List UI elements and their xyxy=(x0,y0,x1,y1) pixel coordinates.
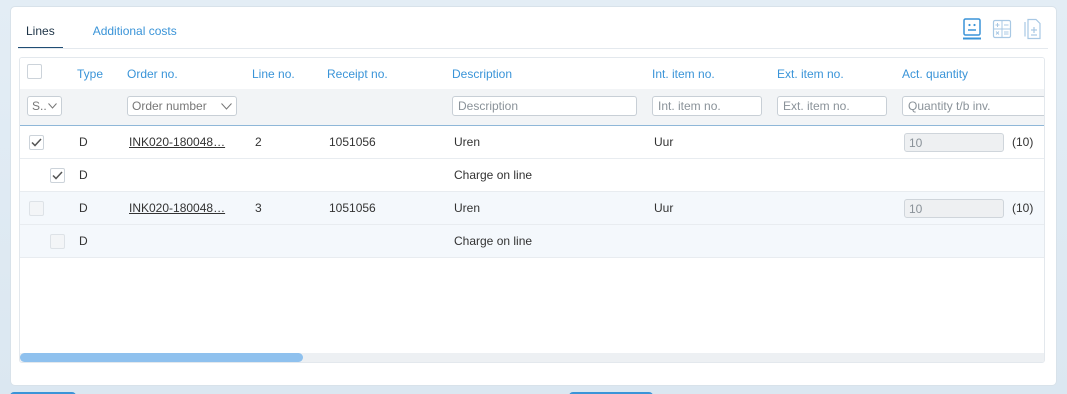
int-item-filter-input[interactable] xyxy=(652,96,762,116)
calculator-button[interactable] xyxy=(991,17,1013,41)
chevron-down-icon xyxy=(221,102,232,110)
col-int-item-no[interactable]: Int. item no. xyxy=(652,67,715,81)
order-no-link[interactable]: INK020-180048… xyxy=(129,201,225,215)
document-add-button[interactable] xyxy=(1021,17,1043,41)
toolbar xyxy=(961,17,1043,41)
tabs-divider xyxy=(18,48,1048,49)
col-order-no[interactable]: Order no. xyxy=(127,67,178,81)
ext-item-filter-input[interactable] xyxy=(777,96,887,116)
int-item-cell: Uur xyxy=(654,135,674,149)
table-row[interactable]: D Charge on line xyxy=(20,225,1044,258)
int-item-cell: Uur xyxy=(654,201,674,215)
col-ext-item-no[interactable]: Ext. item no. xyxy=(777,67,844,81)
chevron-down-icon xyxy=(48,103,57,109)
quantity-input[interactable]: 10 xyxy=(904,199,1004,218)
quantity-total: (10) xyxy=(1012,201,1034,215)
status-filter[interactable]: S.. xyxy=(27,96,62,116)
col-line-no[interactable]: Line no. xyxy=(252,67,295,81)
tab-lines[interactable]: Lines xyxy=(18,19,63,49)
row-view-icon xyxy=(963,18,981,40)
receipt-no-cell: 1051056 xyxy=(329,135,376,149)
type-cell: D xyxy=(79,234,88,248)
description-cell: Uren xyxy=(454,201,481,215)
order-number-filter[interactable]: Order number xyxy=(127,96,237,116)
type-cell: D xyxy=(79,201,88,215)
description-cell: Uren xyxy=(454,135,481,149)
status-filter-value: S.. xyxy=(32,99,47,113)
line-no-cell: 2 xyxy=(255,135,262,149)
order-number-filter-value: Order number xyxy=(132,99,207,113)
row-checkbox[interactable] xyxy=(29,135,44,150)
calculator-icon xyxy=(992,19,1012,39)
col-receipt-no[interactable]: Receipt no. xyxy=(327,67,388,81)
lines-panel: Lines Additional costs Type Order no. Li… xyxy=(10,6,1057,386)
tab-additional-costs[interactable]: Additional costs xyxy=(85,19,185,49)
description-cell: Charge on line xyxy=(454,168,533,182)
document-add-icon xyxy=(1024,18,1041,40)
table-row[interactable]: D INK020-180048… 3 1051056 Uren Uur 10 (… xyxy=(20,192,1044,225)
description-cell: Charge on line xyxy=(454,234,533,248)
tab-bar: Lines Additional costs xyxy=(18,19,207,49)
row-checkbox[interactable] xyxy=(50,168,65,183)
receipt-no-cell: 1051056 xyxy=(329,201,376,215)
quantity-input[interactable]: 10 xyxy=(904,133,1004,152)
row-view-button[interactable] xyxy=(961,17,983,41)
grid-header: Type Order no. Line no. Receipt no. Desc… xyxy=(20,58,1044,89)
type-cell: D xyxy=(79,168,88,182)
table-row[interactable]: D Charge on line xyxy=(20,159,1044,192)
lines-grid: Type Order no. Line no. Receipt no. Desc… xyxy=(19,57,1045,363)
quantity-filter-input[interactable] xyxy=(902,96,1044,116)
scrollbar-thumb[interactable] xyxy=(20,353,303,362)
quantity-total: (10) xyxy=(1012,135,1034,149)
type-cell: D xyxy=(79,135,88,149)
horizontal-scrollbar[interactable] xyxy=(20,353,1044,362)
description-filter-input[interactable] xyxy=(452,96,637,116)
row-checkbox[interactable] xyxy=(50,234,65,249)
checkmark-icon xyxy=(52,171,63,180)
col-description[interactable]: Description xyxy=(452,67,512,81)
order-no-link[interactable]: INK020-180048… xyxy=(129,135,225,149)
table-row[interactable]: D INK020-180048… 2 1051056 Uren Uur 10 (… xyxy=(20,126,1044,159)
row-checkbox[interactable] xyxy=(29,201,44,216)
col-type[interactable]: Type xyxy=(77,67,103,81)
checkmark-icon xyxy=(31,138,42,147)
filter-row: S.. Order number xyxy=(20,89,1044,126)
col-act-quantity[interactable]: Act. quantity xyxy=(902,67,968,81)
select-all-checkbox[interactable] xyxy=(27,64,42,79)
line-no-cell: 3 xyxy=(255,201,262,215)
